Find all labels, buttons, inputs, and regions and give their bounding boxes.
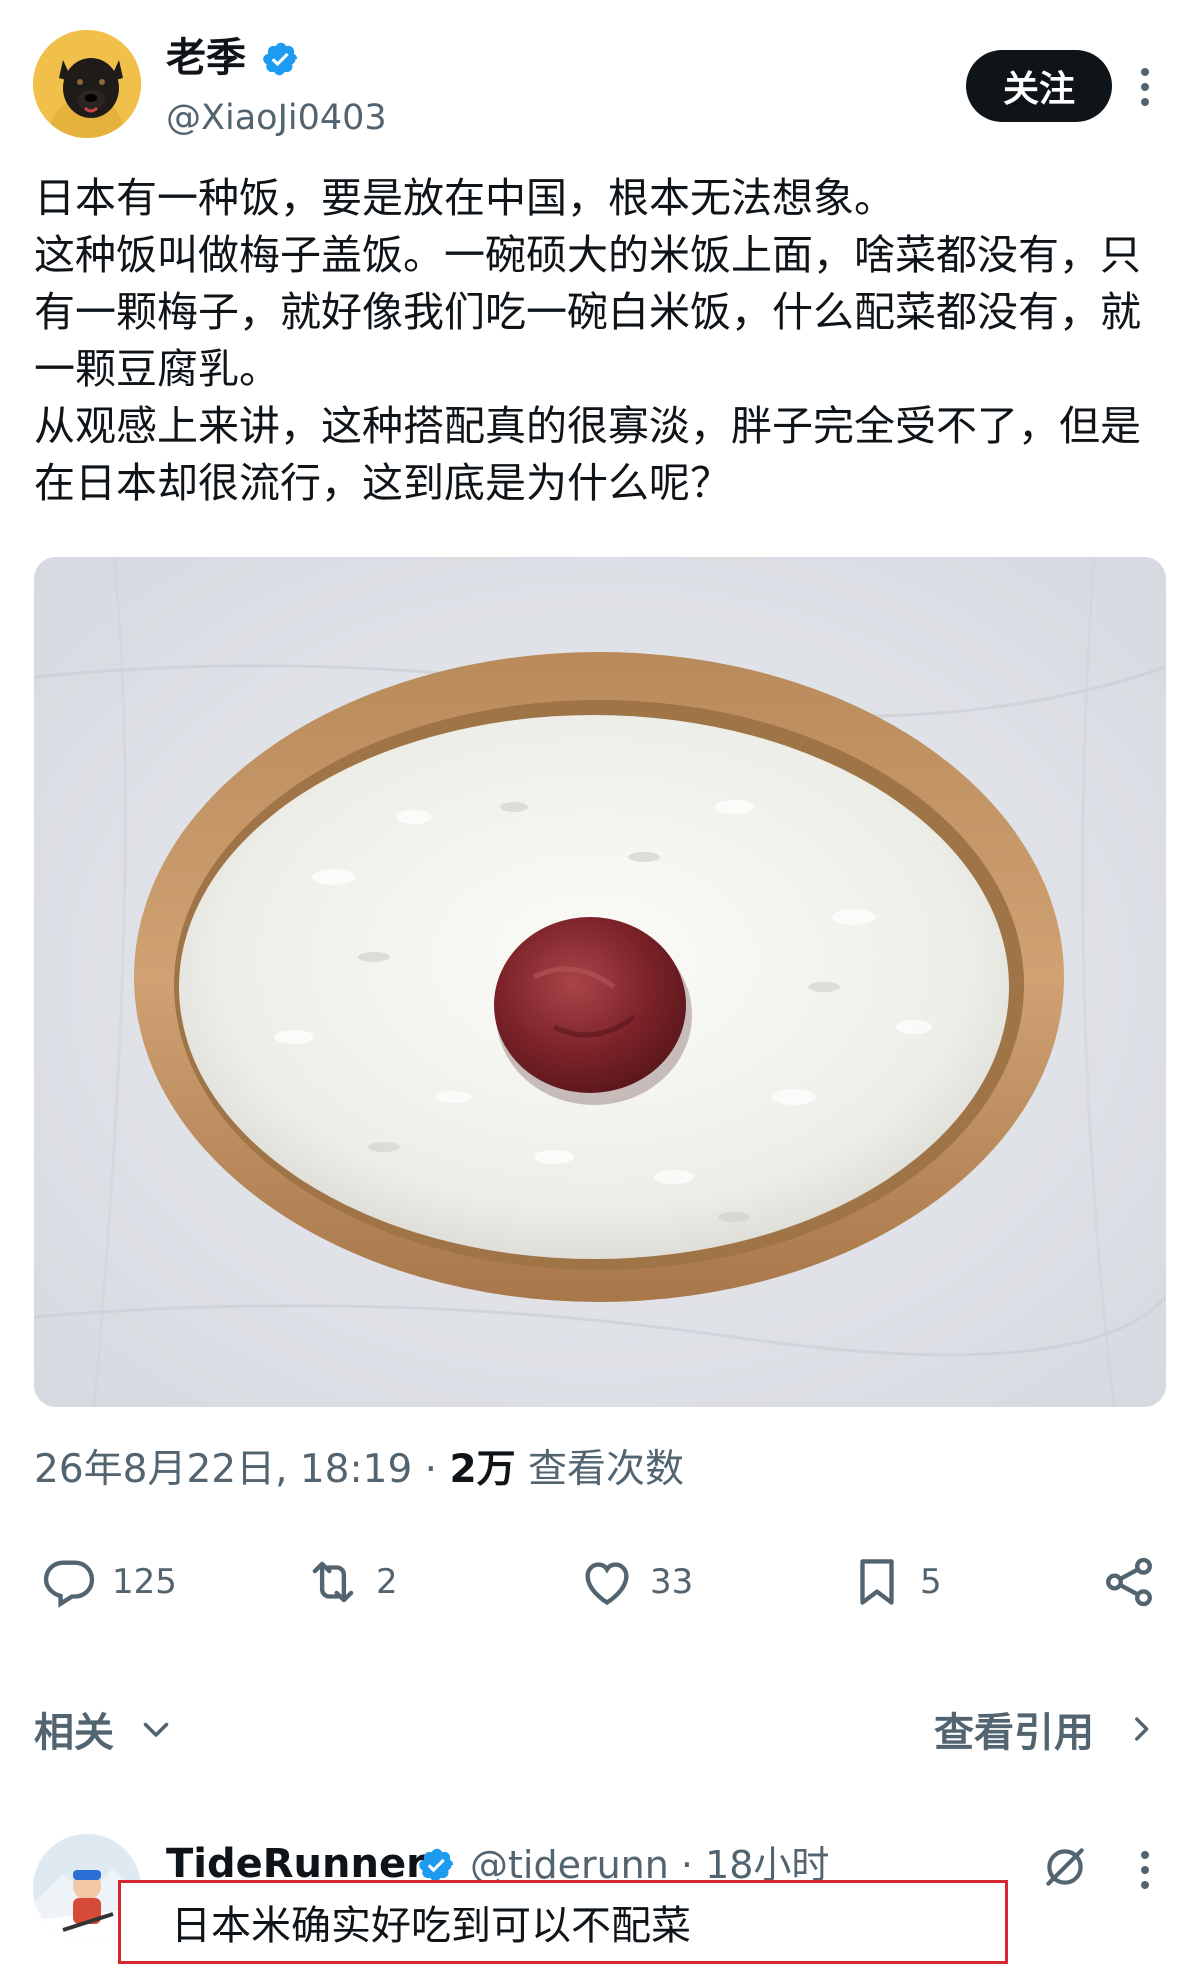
author-name[interactable]: 老季 <box>166 32 246 84</box>
reply-more-icon[interactable] <box>1130 1845 1160 1895</box>
views-count: 2万 <box>449 1447 516 1492</box>
chevron-down-icon <box>143 1722 169 1737</box>
post-line: 这种饭叫做梅子盖饭。一碗硕大的米饭上面，啥菜都没有，只有一颗梅子，就好像我们吃一… <box>34 231 1141 393</box>
like-button[interactable]: 33 <box>578 1552 693 1612</box>
share-button[interactable] <box>1100 1552 1172 1612</box>
retweet-icon <box>312 1561 354 1603</box>
related-toggle[interactable]: 相关 <box>34 1700 174 1758</box>
author-handle[interactable]: @XiaoJi0403 <box>166 96 387 140</box>
post-line: 从观感上来讲，这种搭配真的很寡淡，胖子完全受不了，但是在日本却很流行，这到底是为… <box>34 402 1141 507</box>
post-text: 日本有一种饭，要是放在中国，根本无法想象。 这种饭叫做梅子盖饭。一碗硕大的米饭上… <box>34 170 1169 512</box>
like-count: 33 <box>650 1562 694 1602</box>
reply-icon <box>43 1560 95 1608</box>
share-icon <box>1106 1557 1152 1607</box>
reply-text-content: 日本米确实好吃到可以不配菜 <box>171 1903 691 1949</box>
grok-icon[interactable] <box>1040 1842 1090 1892</box>
retweet-button[interactable]: 2 <box>304 1552 398 1612</box>
related-label: 相关 <box>34 1710 114 1756</box>
post-meta: 26年8月22日, 18:19 · 2万 查看次数 <box>34 1442 684 1498</box>
retweet-count: 2 <box>376 1562 398 1602</box>
author-avatar[interactable] <box>33 30 141 138</box>
bookmark-button[interactable]: 5 <box>848 1552 942 1612</box>
reply-text: 日本米确实好吃到可以不配菜 <box>118 1880 1008 1964</box>
meta-separator: · <box>424 1447 438 1492</box>
chevron-right-icon <box>1135 1717 1149 1741</box>
like-icon <box>585 1562 629 1606</box>
verified-badge-icon <box>262 40 300 78</box>
reply-button[interactable]: 125 <box>40 1552 177 1612</box>
views-label: 查看次数 <box>528 1447 685 1492</box>
follow-button[interactable]: 关注 <box>966 50 1112 122</box>
more-icon[interactable] <box>1130 62 1160 112</box>
post-line: 日本有一种饭，要是放在中国，根本无法想象。 <box>34 174 895 222</box>
verified-badge-icon <box>418 1846 456 1884</box>
reply-count: 125 <box>112 1562 177 1602</box>
bookmark-count: 5 <box>920 1562 942 1602</box>
view-quotes-link[interactable]: 查看引用 <box>934 1700 1158 1758</box>
post-image[interactable] <box>34 557 1166 1407</box>
post-timestamp[interactable]: 26年8月22日, 18:19 <box>34 1447 412 1492</box>
view-quotes-label: 查看引用 <box>934 1710 1094 1756</box>
bookmark-icon <box>860 1559 894 1605</box>
